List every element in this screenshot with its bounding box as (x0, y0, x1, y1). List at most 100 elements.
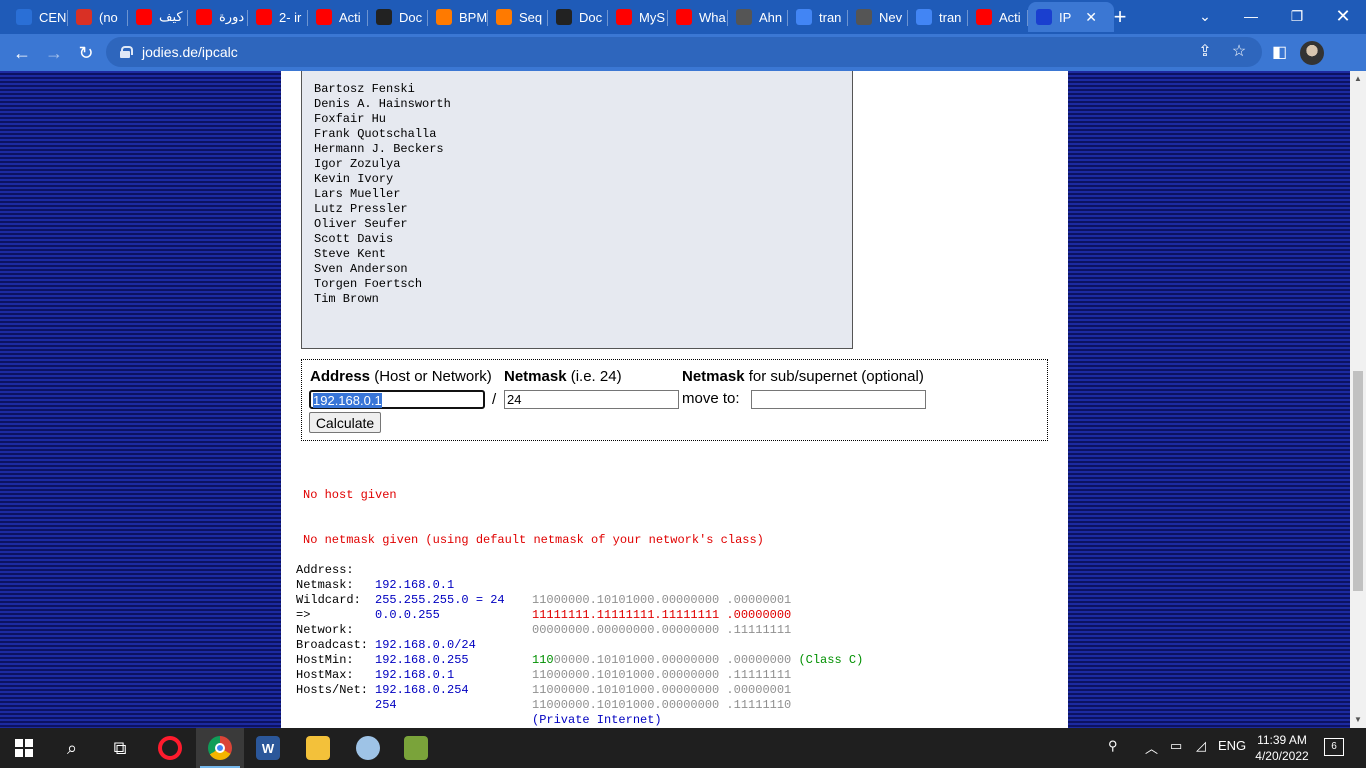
wifi-icon[interactable]: ◿ (1196, 738, 1206, 754)
calc-result: Address: 192.168.0.1 11000000.10101000.0… (296, 548, 864, 727)
address-label: Address (Host or Network) (310, 368, 492, 385)
vertical-scrollbar[interactable]: ▲ ▼ (1350, 71, 1366, 728)
credit-name: Frank Quotschalla (314, 127, 437, 141)
browser-tab-7[interactable]: BPM (428, 2, 488, 32)
tab-title: Nev (879, 9, 903, 25)
network-class: (Class C) (798, 653, 864, 667)
error-no-host: No host given (303, 488, 397, 502)
side-panel-icon[interactable]: ◧ (1272, 42, 1287, 62)
task-view-icon[interactable]: ⧉ (96, 728, 144, 768)
file-explorer-icon[interactable] (294, 728, 342, 768)
tab-favicon-icon (76, 9, 92, 25)
scroll-up-arrow-icon[interactable]: ▲ (1350, 71, 1366, 87)
tab-favicon-icon (916, 9, 932, 25)
tab-title: Acti (999, 9, 1021, 25)
windows-taskbar: ⌕ ⧉ W ⚲ ︿ ▭ ◿ ENG 11:39 AM 4/20/2022 6 (0, 728, 1366, 768)
netmask-input[interactable]: 24 (504, 390, 679, 409)
forward-button[interactable]: → (40, 39, 68, 67)
tab-title: BPM (459, 9, 488, 25)
tab-favicon-icon (256, 9, 272, 25)
browser-tab-3[interactable]: دورة (188, 2, 248, 32)
tab-search-button[interactable]: ⌄ (1182, 0, 1228, 32)
browser-tab-2[interactable]: كيف (128, 2, 188, 32)
system-clock[interactable]: 11:39 AM 4/20/2022 (1248, 732, 1316, 764)
close-window-button[interactable]: ✕ (1320, 0, 1366, 32)
reload-button[interactable]: ↻ (72, 39, 100, 67)
error-messages: No host given No netmask given (using de… (303, 458, 764, 578)
address-bar[interactable]: jodies.de/ipcalc ⇪ ☆ (106, 37, 1262, 67)
scroll-down-arrow-icon[interactable]: ▼ (1350, 712, 1366, 728)
opera-taskbar-icon[interactable] (146, 728, 194, 768)
browser-tab-8[interactable]: Seq (488, 2, 548, 32)
credit-name: Sven Anderson (314, 262, 408, 276)
minimize-button[interactable]: — (1228, 0, 1274, 32)
result-row-hosts: Hosts/Net: 254 (Private Internet) (296, 683, 662, 727)
bookmark-star-icon[interactable]: ☆ (1228, 41, 1250, 61)
show-hidden-icons-chevron-icon[interactable]: ︿ (1145, 738, 1158, 757)
credit-name: Steve Kent (314, 247, 387, 261)
paint-taskbar-icon[interactable] (344, 728, 392, 768)
chrome-taskbar-icon[interactable] (196, 728, 244, 768)
ipcalc-form: Address (Host or Network) Netmask (i.e. … (301, 359, 1048, 441)
browser-tab-15[interactable]: tran (908, 2, 968, 32)
browser-tab-12[interactable]: Ahn (728, 2, 788, 32)
result-row-hostmin: HostMin: 192.168.0.1 11000000.10101000.0… (296, 653, 792, 697)
form-labels: Address (Host or Network) Netmask (i.e. … (310, 368, 1040, 388)
browser-tab-14[interactable]: Nev (848, 2, 908, 32)
tab-favicon-icon (616, 9, 632, 25)
browser-tab-13[interactable]: tran (788, 2, 848, 32)
calculate-button[interactable]: Calculate (309, 412, 381, 433)
browser-tab-11[interactable]: Wha (668, 2, 728, 32)
tab-favicon-icon (676, 9, 692, 25)
new-tab-button[interactable]: + (1108, 4, 1132, 30)
people-icon[interactable]: ⚲ (1108, 738, 1118, 754)
start-button[interactable] (0, 728, 48, 768)
search-icon[interactable]: ⌕ (48, 728, 96, 768)
clock-date: 4/20/2022 (1255, 749, 1309, 763)
battery-icon[interactable]: ▭ (1170, 738, 1182, 754)
browser-tab-4[interactable]: 2- ir (248, 2, 308, 32)
browser-tab-9[interactable]: Doc (548, 2, 608, 32)
profile-avatar[interactable] (1300, 41, 1324, 65)
credits-box: Bartosz Fenski Denis A. Hainsworth Foxfair… (301, 71, 853, 349)
language-indicator[interactable]: ENG (1218, 738, 1246, 753)
browser-tab-16[interactable]: Acti (968, 2, 1028, 32)
credit-name: Scott Davis (314, 232, 394, 246)
tab-favicon-icon (16, 9, 32, 25)
back-button[interactable]: ← (8, 39, 36, 67)
private-internet-note: (Private Internet) (532, 713, 662, 727)
scrollbar-thumb[interactable] (1353, 371, 1363, 591)
move-to-label: move to: (682, 390, 740, 407)
error-no-netmask: No netmask given (using default netmask … (303, 533, 764, 547)
credit-name: Foxfair Hu (314, 112, 387, 126)
credit-name: Bartosz Fenski (314, 82, 415, 96)
credit-name: Oliver Seufer (314, 217, 408, 231)
address-input[interactable]: 192.168.0.1 (309, 390, 485, 409)
browser-toolbar: ← → ↻ jodies.de/ipcalc ⇪ ☆ ◧ (0, 34, 1366, 71)
credit-name: Lars Mueller (314, 187, 401, 201)
browser-tab-6[interactable]: Doc (368, 2, 428, 32)
notification-center-icon[interactable]: 6 (1324, 738, 1344, 756)
word-taskbar-icon[interactable]: W (244, 728, 292, 768)
subnet-netmask-label: Netmask for sub/supernet (optional) (682, 368, 924, 385)
credit-name: Tim Brown (314, 292, 379, 306)
move-to-input[interactable] (751, 390, 926, 409)
browser-tab-10[interactable]: MyS (608, 2, 668, 32)
netmask-label: Netmask (i.e. 24) (504, 368, 622, 385)
tab-close-icon[interactable]: ✕ (1085, 9, 1097, 26)
app-taskbar-icon[interactable] (392, 728, 440, 768)
result-row-broadcast: Broadcast: 192.168.0.255 11000000.101010… (296, 638, 792, 682)
browser-tab-17[interactable]: IP ✕ (1028, 2, 1114, 32)
credit-name: Kevin Ivory (314, 172, 394, 186)
browser-tab-0[interactable]: CEN (8, 2, 68, 32)
maximize-button[interactable]: ❐ (1274, 0, 1320, 32)
result-row-network: Network: 192.168.0.0/24 11000000.1010100… (296, 623, 864, 667)
tab-title: Ahn (759, 9, 783, 25)
browser-tab-5[interactable]: Acti (308, 2, 368, 32)
tab-favicon-icon (796, 9, 812, 25)
browser-tab-1[interactable]: (no (68, 2, 128, 32)
tab-title: Wha (699, 9, 726, 25)
tab-favicon-icon (136, 9, 152, 25)
tab-favicon-icon (1036, 9, 1052, 25)
share-icon[interactable]: ⇪ (1194, 41, 1216, 61)
